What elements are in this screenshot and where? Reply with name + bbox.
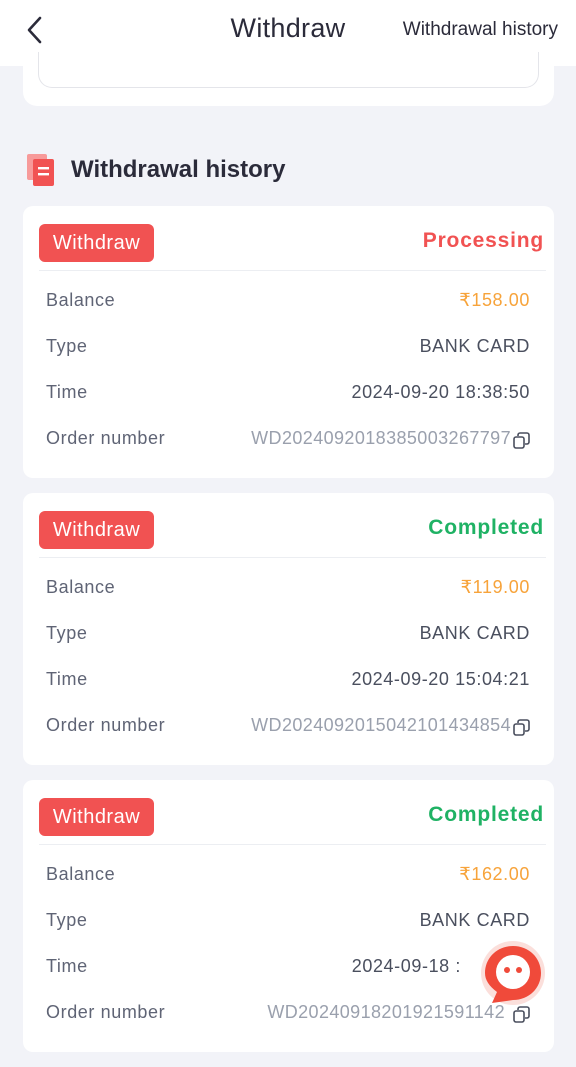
status-text: Completed xyxy=(428,803,544,826)
section-header: Withdrawal history xyxy=(26,150,285,190)
type-row: Type BANK CARD xyxy=(46,623,530,653)
type-label: Type xyxy=(46,910,88,930)
type-badge: Withdraw xyxy=(39,511,154,549)
time-row: Time 2024-09-20 15:04:21 xyxy=(46,669,530,699)
balance-value: ₹158.00 xyxy=(459,290,530,310)
balance-value: ₹119.00 xyxy=(460,577,530,597)
time-label: Time xyxy=(46,956,88,976)
balance-label: Balance xyxy=(46,290,116,310)
order-row: Order number WD2024092018385003267797 xyxy=(46,428,530,458)
order-label: Order number xyxy=(46,715,166,735)
withdrawal-history-link[interactable]: Withdrawal history xyxy=(403,19,558,41)
type-row: Type BANK CARD xyxy=(46,910,530,940)
order-label: Order number xyxy=(46,1002,166,1022)
time-row: Time 2024-09-20 18:38:50 xyxy=(46,382,530,412)
order-value: WD20240918201921591142 xyxy=(267,1002,505,1022)
time-value: 2024-09-20 18:38:50 xyxy=(351,382,530,402)
withdrawal-record-card: Withdraw Processing Balance ₹158.00 Type… xyxy=(23,206,554,478)
divider xyxy=(39,844,546,845)
copy-icon[interactable] xyxy=(513,719,530,736)
balance-row: Balance ₹158.00 xyxy=(46,290,530,320)
status-text: Processing xyxy=(422,229,544,252)
balance-value: ₹162.00 xyxy=(459,864,530,884)
time-value: 2024-09-18 : xyxy=(351,956,461,976)
copy-icon[interactable] xyxy=(513,432,530,449)
order-value: WD2024092015042101434854 xyxy=(251,715,511,735)
status-text: Completed xyxy=(428,516,544,539)
order-label: Order number xyxy=(46,428,166,448)
balance-row: Balance ₹162.00 xyxy=(46,864,530,894)
order-value: WD2024092018385003267797 xyxy=(251,428,511,448)
type-badge: Withdraw xyxy=(39,798,154,836)
type-value: BANK CARD xyxy=(419,623,530,643)
time-value: 2024-09-20 15:04:21 xyxy=(351,669,530,689)
type-badge: Withdraw xyxy=(39,224,154,262)
type-label: Type xyxy=(46,623,88,643)
balance-row: Balance ₹119.00 xyxy=(46,577,530,607)
order-row: Order number WD20240918201921591142 xyxy=(46,1002,530,1032)
time-label: Time xyxy=(46,382,88,402)
section-title: Withdrawal history xyxy=(71,156,286,183)
order-row: Order number WD2024092015042101434854 xyxy=(46,715,530,745)
withdrawal-record-card: Withdraw Completed Balance ₹162.00 Type … xyxy=(23,780,554,1052)
time-label: Time xyxy=(46,669,88,689)
balance-label: Balance xyxy=(46,577,116,597)
withdraw-form-card xyxy=(23,52,554,106)
divider xyxy=(39,270,546,271)
type-value: BANK CARD xyxy=(419,336,530,356)
chat-bubble-icon[interactable] xyxy=(478,940,548,1010)
type-label: Type xyxy=(46,336,88,356)
time-row: Time 2024-09-18 : xyxy=(46,956,530,986)
form-field-box xyxy=(38,52,539,88)
type-row: Type BANK CARD xyxy=(46,336,530,366)
divider xyxy=(39,557,546,558)
withdrawal-record-card: Withdraw Completed Balance ₹119.00 Type … xyxy=(23,493,554,765)
balance-label: Balance xyxy=(46,864,116,884)
document-icon xyxy=(27,154,54,186)
type-value: BANK CARD xyxy=(419,910,530,930)
